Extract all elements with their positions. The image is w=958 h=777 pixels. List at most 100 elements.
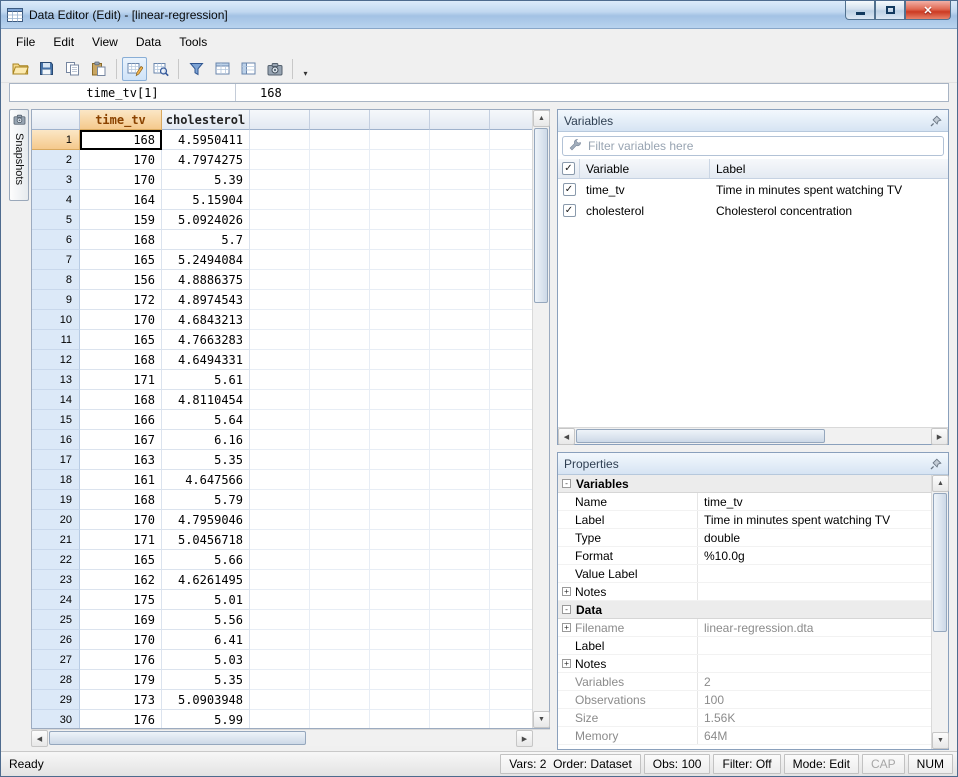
cell-empty[interactable] [370, 410, 430, 430]
cell-empty[interactable] [430, 550, 490, 570]
cell-cholesterol-13[interactable]: 5.61 [162, 370, 250, 390]
title-bar[interactable]: Data Editor (Edit) - [linear-regression]… [1, 1, 957, 29]
cell-empty[interactable] [250, 250, 310, 270]
cell-empty[interactable] [370, 450, 430, 470]
cell-cholesterol-6[interactable]: 5.7 [162, 230, 250, 250]
cell-empty[interactable] [490, 690, 532, 710]
cell-empty[interactable] [370, 590, 430, 610]
cell-empty[interactable] [370, 290, 430, 310]
cell-empty[interactable] [430, 230, 490, 250]
cell-empty[interactable] [430, 370, 490, 390]
cell-empty[interactable] [310, 210, 370, 230]
cell-empty[interactable] [370, 650, 430, 670]
properties-vscroll-track[interactable] [932, 492, 948, 732]
cell-empty[interactable] [370, 670, 430, 690]
cell-time_tv-27[interactable]: 176 [80, 650, 162, 670]
cell-time_tv-9[interactable]: 172 [80, 290, 162, 310]
cell-empty[interactable] [490, 570, 532, 590]
cell-time_tv-17[interactable]: 163 [80, 450, 162, 470]
cell-cholesterol-27[interactable]: 5.03 [162, 650, 250, 670]
cell-empty[interactable] [370, 490, 430, 510]
cell-cholesterol-8[interactable]: 4.8886375 [162, 270, 250, 290]
cell-empty[interactable] [370, 710, 430, 728]
row-number[interactable]: 27 [32, 650, 80, 670]
cell-empty[interactable] [490, 250, 532, 270]
grid-vertical-scrollbar[interactable]: ▲ ▼ [532, 110, 550, 728]
row-number[interactable]: 20 [32, 510, 80, 530]
property-value[interactable]: 64M [698, 727, 931, 744]
cell-empty[interactable] [370, 390, 430, 410]
cell-empty[interactable] [310, 430, 370, 450]
cell-empty[interactable] [370, 310, 430, 330]
cell-empty[interactable] [430, 330, 490, 350]
cell-time_tv-6[interactable]: 168 [80, 230, 162, 250]
cell-empty[interactable] [490, 130, 532, 150]
edit-mode-icon[interactable] [122, 56, 147, 81]
cell-empty[interactable] [490, 710, 532, 728]
cell-cholesterol-16[interactable]: 6.16 [162, 430, 250, 450]
cell-empty[interactable] [310, 310, 370, 330]
scroll-down-button[interactable]: ▼ [932, 732, 949, 749]
cell-cholesterol-9[interactable]: 4.8974543 [162, 290, 250, 310]
cell-cholesterol-14[interactable]: 4.8110454 [162, 390, 250, 410]
property-value[interactable] [698, 655, 931, 672]
properties-window-icon[interactable] [236, 57, 261, 81]
variables-window-icon[interactable] [210, 57, 235, 81]
row-number[interactable]: 9 [32, 290, 80, 310]
cell-empty[interactable] [250, 430, 310, 450]
cell-empty[interactable] [250, 290, 310, 310]
cell-empty[interactable] [250, 710, 310, 728]
cell-empty[interactable] [310, 670, 370, 690]
cell-cholesterol-20[interactable]: 4.7959046 [162, 510, 250, 530]
cell-empty[interactable] [250, 470, 310, 490]
row-number[interactable]: 14 [32, 390, 80, 410]
cell-cholesterol-3[interactable]: 5.39 [162, 170, 250, 190]
row-number[interactable]: 25 [32, 610, 80, 630]
cell-empty[interactable] [490, 550, 532, 570]
cell-empty[interactable] [310, 550, 370, 570]
cell-empty[interactable] [430, 250, 490, 270]
cell-empty[interactable] [430, 590, 490, 610]
cell-time_tv-4[interactable]: 164 [80, 190, 162, 210]
cell-cholesterol-4[interactable]: 5.15904 [162, 190, 250, 210]
cell-empty[interactable] [250, 690, 310, 710]
cell-empty[interactable] [310, 370, 370, 390]
row-number[interactable]: 6 [32, 230, 80, 250]
properties-vertical-scrollbar[interactable]: ▲ ▼ [931, 475, 949, 749]
cell-empty[interactable] [250, 570, 310, 590]
row-number[interactable]: 2 [32, 150, 80, 170]
row-number[interactable]: 5 [32, 210, 80, 230]
close-button[interactable]: ✕ [905, 1, 951, 20]
cell-empty[interactable] [250, 530, 310, 550]
cell-time_tv-3[interactable]: 170 [80, 170, 162, 190]
row-number[interactable]: 28 [32, 670, 80, 690]
cell-empty[interactable] [490, 370, 532, 390]
row-number[interactable]: 4 [32, 190, 80, 210]
cell-empty[interactable] [490, 290, 532, 310]
cell-empty[interactable] [370, 690, 430, 710]
cell-cholesterol-26[interactable]: 6.41 [162, 630, 250, 650]
cell-empty[interactable] [430, 650, 490, 670]
cell-empty[interactable] [310, 230, 370, 250]
row-number[interactable]: 29 [32, 690, 80, 710]
cell-empty[interactable] [430, 150, 490, 170]
cell-empty[interactable] [490, 190, 532, 210]
column-header-time_tv[interactable]: time_tv [80, 110, 162, 130]
grid-horizontal-scrollbar[interactable]: ◀ ▶ [31, 729, 550, 747]
cell-empty[interactable] [490, 350, 532, 370]
cell-empty[interactable] [370, 570, 430, 590]
cell-empty[interactable] [430, 430, 490, 450]
property-value[interactable]: 2 [698, 673, 931, 690]
cell-empty[interactable] [430, 570, 490, 590]
cell-empty[interactable] [250, 650, 310, 670]
cell-cholesterol-7[interactable]: 5.2494084 [162, 250, 250, 270]
expander-icon[interactable]: + [562, 623, 571, 632]
menu-edit[interactable]: Edit [44, 31, 83, 53]
expander-icon[interactable]: - [562, 605, 571, 614]
grid-hscroll-track[interactable] [48, 730, 516, 746]
cell-empty[interactable] [430, 630, 490, 650]
cell-empty[interactable] [250, 410, 310, 430]
snapshots-icon[interactable] [262, 57, 287, 81]
cell-time_tv-30[interactable]: 176 [80, 710, 162, 728]
cell-empty[interactable] [370, 150, 430, 170]
